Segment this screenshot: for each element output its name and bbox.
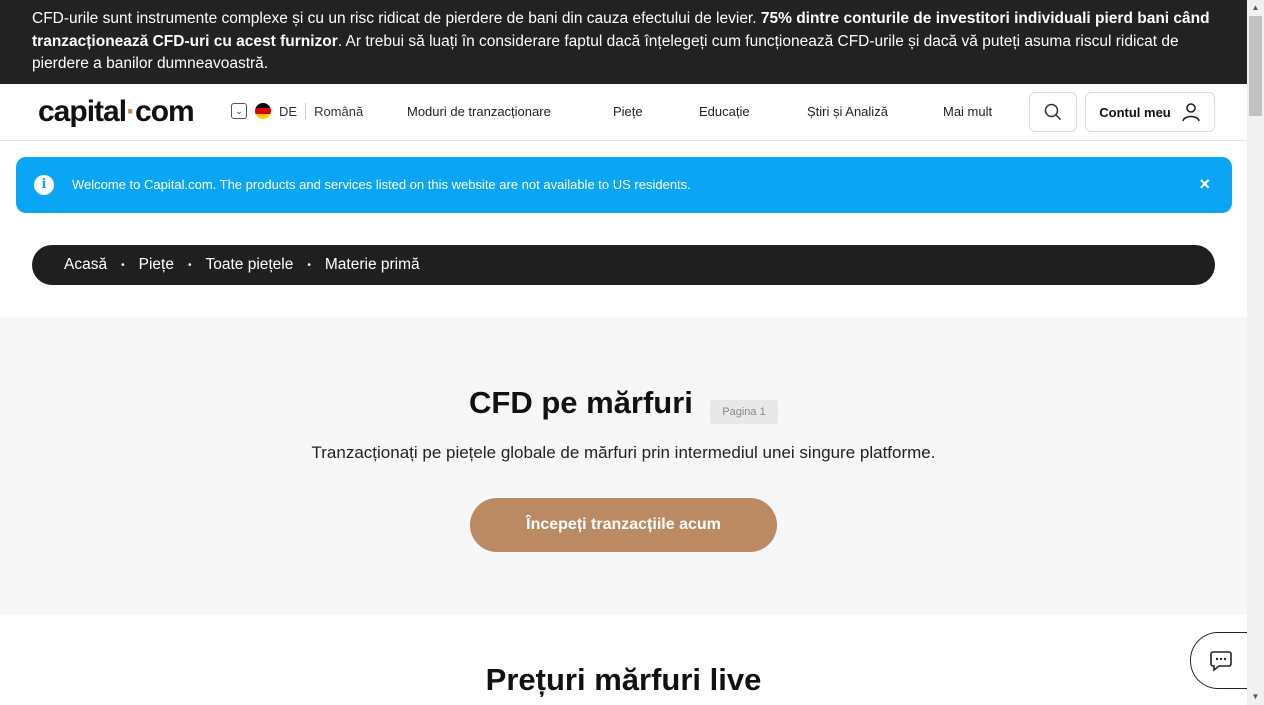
logo-dot: · [126,95,136,128]
search-icon [1044,103,1062,121]
language-selector[interactable]: ⌄ DE Română [231,103,363,119]
chat-icon [1210,650,1232,672]
divider [305,103,307,119]
search-button[interactable] [1029,92,1077,132]
capital-logo[interactable]: capital·com [38,95,195,129]
breadcrumb-separator: • [121,259,125,271]
language-label[interactable]: Română [314,104,363,119]
germany-flag-icon [255,103,271,119]
risk-warning-text: CFD-urile sunt instrumente complexe și c… [32,10,761,27]
account-label: Contul meu [1099,104,1171,120]
scroll-down-icon[interactable]: ▼ [1247,689,1264,705]
breadcrumb-separator: • [187,259,192,271]
scrollbar-thumb[interactable] [1249,16,1262,116]
breadcrumb-separator: • [307,259,311,271]
page-badge: Pagina 1 [710,400,778,424]
site-header: capital·com ⌄ DE Română Moduri de tranza… [0,84,1247,141]
chat-button[interactable] [1190,632,1252,689]
notice-text: Welcome to Capital.com. The products and… [72,177,691,192]
scroll-up-icon[interactable]: ▲ [1247,0,1264,16]
user-icon [1181,103,1200,122]
country-code[interactable]: DE [279,104,297,119]
nav-trading-modes[interactable]: Moduri de tranzacționare [407,104,551,119]
chevron-down-icon[interactable]: ⌄ [231,103,247,119]
hero-section: CFD pe mărfuri Pagina 1 Tranzacționați p… [0,317,1247,615]
page-scrollbar[interactable]: ▲ ▼ [1247,0,1264,705]
account-button[interactable]: Contul meu [1085,92,1215,132]
nav-education[interactable]: Educație [699,104,750,119]
nav-news-analysis[interactable]: Știri și Analiză [807,104,888,119]
logo-text-left: capital [38,95,127,128]
start-trading-button[interactable]: Începeți tranzacțiile acum [470,498,777,552]
close-icon[interactable]: × [1199,174,1210,195]
nav-more[interactable]: Mai mult [943,104,992,119]
breadcrumb-markets[interactable]: Piețe [139,256,174,274]
page-title: CFD pe mărfuri [469,385,693,420]
breadcrumb-all-markets[interactable]: Toate piețele [205,256,293,274]
info-icon: i [34,175,54,195]
breadcrumb-home[interactable]: Acasă [64,256,107,274]
breadcrumb-commodities[interactable]: Materie primă [325,256,420,274]
logo-text-right: com [135,95,195,128]
breadcrumb: Acasă • Piețe • Toate piețele • Materie … [32,245,1215,285]
risk-warning-banner: CFD-urile sunt instrumente complexe și c… [0,0,1247,84]
nav-markets[interactable]: Piețe [613,104,643,119]
us-residents-notice: i Welcome to Capital.com. The products a… [16,157,1232,213]
live-prices-title: Prețuri mărfuri live [485,662,762,697]
hero-subtitle: Tranzacționați pe piețele globale de măr… [311,443,936,462]
